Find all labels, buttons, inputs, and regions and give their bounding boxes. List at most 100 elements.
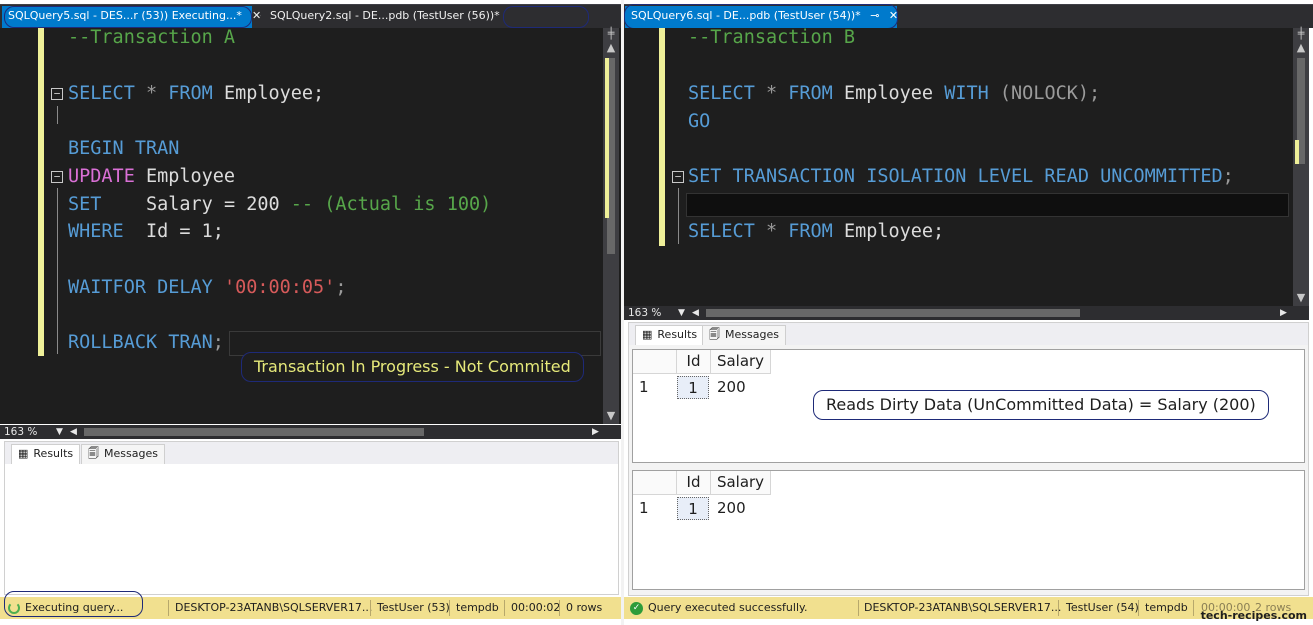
status-success: ✓ Query executed successfully.: [630, 597, 807, 619]
collapse-icon[interactable]: −: [672, 171, 684, 183]
annotation-callout: Reads Dirty Data (UnCommitted Data) = Sa…: [813, 390, 1269, 420]
messages-icon: 🗐: [88, 447, 99, 460]
right-results-pane: ▦ Results 🗐 Messages Id Salary 1 1 200 Rea…: [628, 322, 1309, 596]
code-line-8: SELECT * FROM Employee;: [688, 220, 944, 244]
row-header-corner: [633, 350, 677, 374]
results-tab-strip: ▦ Results 🗐 Messages: [5, 442, 618, 464]
operator: ;: [335, 277, 347, 298]
column-header-salary[interactable]: Salary: [711, 471, 771, 495]
tab-sqlquery2[interactable]: SQLQuery2.sql - DE...pdb (TestUser (56))…: [264, 6, 504, 28]
keyword: FROM: [168, 83, 213, 104]
keyword: SELECT: [688, 83, 755, 104]
code-line-8: WHERE Id = 1;: [68, 220, 224, 244]
tab-label: Messages: [725, 328, 779, 341]
tab-results[interactable]: ▦ Results: [11, 444, 81, 464]
zoom-level[interactable]: 163 %: [4, 425, 37, 439]
results-tab-strip: ▦ Results 🗐 Messages: [629, 323, 1308, 345]
messages-icon: 🗐: [709, 328, 720, 341]
operator: ;: [1222, 166, 1234, 187]
right-code-editor[interactable]: − --Transaction B SELECT * FROM Employee…: [624, 27, 1309, 306]
zoom-level[interactable]: 163 %: [628, 306, 661, 320]
tab-highlight-empty: [503, 6, 589, 28]
cell-salary[interactable]: 200: [717, 497, 767, 519]
code-line-12: ROLLBACK TRAN;: [68, 331, 224, 355]
tab-highlight: [4, 6, 252, 28]
modified-indicator: [659, 28, 665, 246]
grid-icon: ▦: [642, 328, 653, 341]
cell-salary[interactable]: 200: [717, 376, 767, 398]
code-line-3: SELECT * FROM Employee WITH (NOLOCK);: [688, 82, 1100, 106]
operator: ;: [212, 332, 224, 353]
status-highlight: [4, 591, 143, 617]
cell-id[interactable]: 1: [677, 497, 709, 520]
scroll-down-icon[interactable]: ▼: [1294, 292, 1308, 304]
split-icon[interactable]: ╪: [1294, 28, 1308, 40]
status-user: TestUser (53): [377, 601, 450, 614]
identifier: Salary = 200: [145, 194, 280, 215]
keyword: BEGIN TRAN: [68, 138, 180, 159]
keyword: SET: [68, 194, 102, 215]
scroll-right-icon[interactable]: ▶: [1280, 306, 1287, 320]
tab-label: Results: [33, 447, 74, 460]
row-header-corner: [633, 471, 677, 495]
code-line-7: SET Salary = 200 -- (Actual is 100): [68, 193, 491, 217]
change-marker: [605, 58, 609, 218]
keyword: FROM: [788, 83, 833, 104]
left-query-window: SQLQuery5.sql - DES...r (53)) Executing.…: [0, 0, 623, 625]
vertical-scrollbar[interactable]: ╪ ▲ ▼: [1293, 28, 1309, 306]
fold-guide: [57, 188, 58, 354]
collapse-icon[interactable]: −: [51, 88, 63, 100]
row-number: 1: [639, 378, 649, 396]
column-header-id[interactable]: Id: [677, 350, 711, 374]
status-server: DESKTOP-23ATANB\SQLSERVER17...: [864, 601, 1062, 614]
operator: (NOLOCK);: [999, 83, 1101, 104]
left-tab-bar: SQLQuery5.sql - DES...r (53)) Executing.…: [0, 4, 623, 28]
identifier: Employee;: [843, 221, 945, 242]
scroll-down-icon[interactable]: ▼: [604, 410, 618, 422]
chevron-down-icon[interactable]: ▼: [56, 425, 63, 439]
change-marker: [1295, 140, 1299, 164]
tab-messages[interactable]: 🗐 Messages: [702, 325, 786, 345]
scroll-left-icon[interactable]: ◀: [692, 306, 699, 320]
tab-messages[interactable]: 🗐 Messages: [81, 444, 165, 464]
column-header-id[interactable]: Id: [677, 471, 711, 495]
identifier: Employee: [843, 83, 934, 104]
check-icon: ✓: [630, 601, 643, 615]
zoom-bar: 163 % ▼ ◀ ▶: [624, 306, 1309, 320]
scroll-right-icon[interactable]: ▶: [592, 425, 599, 439]
operator: *: [145, 83, 158, 104]
identifier: Employee: [145, 166, 236, 187]
tab-label: Messages: [104, 447, 158, 460]
collapse-icon[interactable]: −: [51, 171, 63, 183]
results-grid-1[interactable]: Id Salary 1 1 200 Reads Dirty Data (UnCo…: [632, 349, 1305, 463]
left-code-editor[interactable]: − − --Transaction A SELECT * FROM Employ…: [0, 27, 621, 424]
keyword: SET TRANSACTION ISOLATION LEVEL READ UNC…: [688, 166, 1223, 187]
status-bar: Executing query... DESKTOP-23ATANB\SQLSE…: [0, 591, 621, 619]
results-grid-2[interactable]: Id Salary 1 1 200: [632, 470, 1305, 590]
scroll-up-icon[interactable]: ▲: [1294, 42, 1308, 54]
column-header-salary[interactable]: Salary: [711, 350, 771, 374]
operator: *: [765, 221, 778, 242]
annotation-callout: Transaction In Progress - Not Commited: [241, 352, 584, 382]
code-line-6: SET TRANSACTION ISOLATION LEVEL READ UNC…: [688, 165, 1234, 189]
scroll-left-icon[interactable]: ◀: [70, 425, 77, 439]
status-user: TestUser (54): [1066, 601, 1139, 614]
split-icon[interactable]: ╪: [604, 28, 618, 40]
keyword: SELECT: [68, 83, 135, 104]
tab-results[interactable]: ▦ Results: [635, 325, 705, 345]
cell-id[interactable]: 1: [677, 376, 709, 399]
grid-icon: ▦: [18, 447, 29, 460]
scroll-up-icon[interactable]: ▲: [604, 42, 618, 54]
horizontal-scroll-thumb[interactable]: [706, 309, 1080, 317]
row-number: 1: [639, 499, 649, 517]
identifier: Employee;: [223, 83, 325, 104]
comment: -- (Actual is 100): [290, 194, 492, 215]
vertical-scrollbar[interactable]: ╪ ▲ ▼: [603, 28, 619, 424]
chevron-down-icon[interactable]: ▼: [678, 306, 685, 320]
keyword: WAITFOR DELAY: [68, 277, 213, 298]
right-tab-bar: SQLQuery6.sql - DE...pdb (TestUser (54))…: [624, 4, 1313, 29]
horizontal-scroll-thumb[interactable]: [84, 428, 424, 436]
close-icon[interactable]: ✕: [252, 6, 261, 28]
keyword: SELECT: [688, 221, 755, 242]
status-text: Query executed successfully.: [648, 601, 808, 614]
